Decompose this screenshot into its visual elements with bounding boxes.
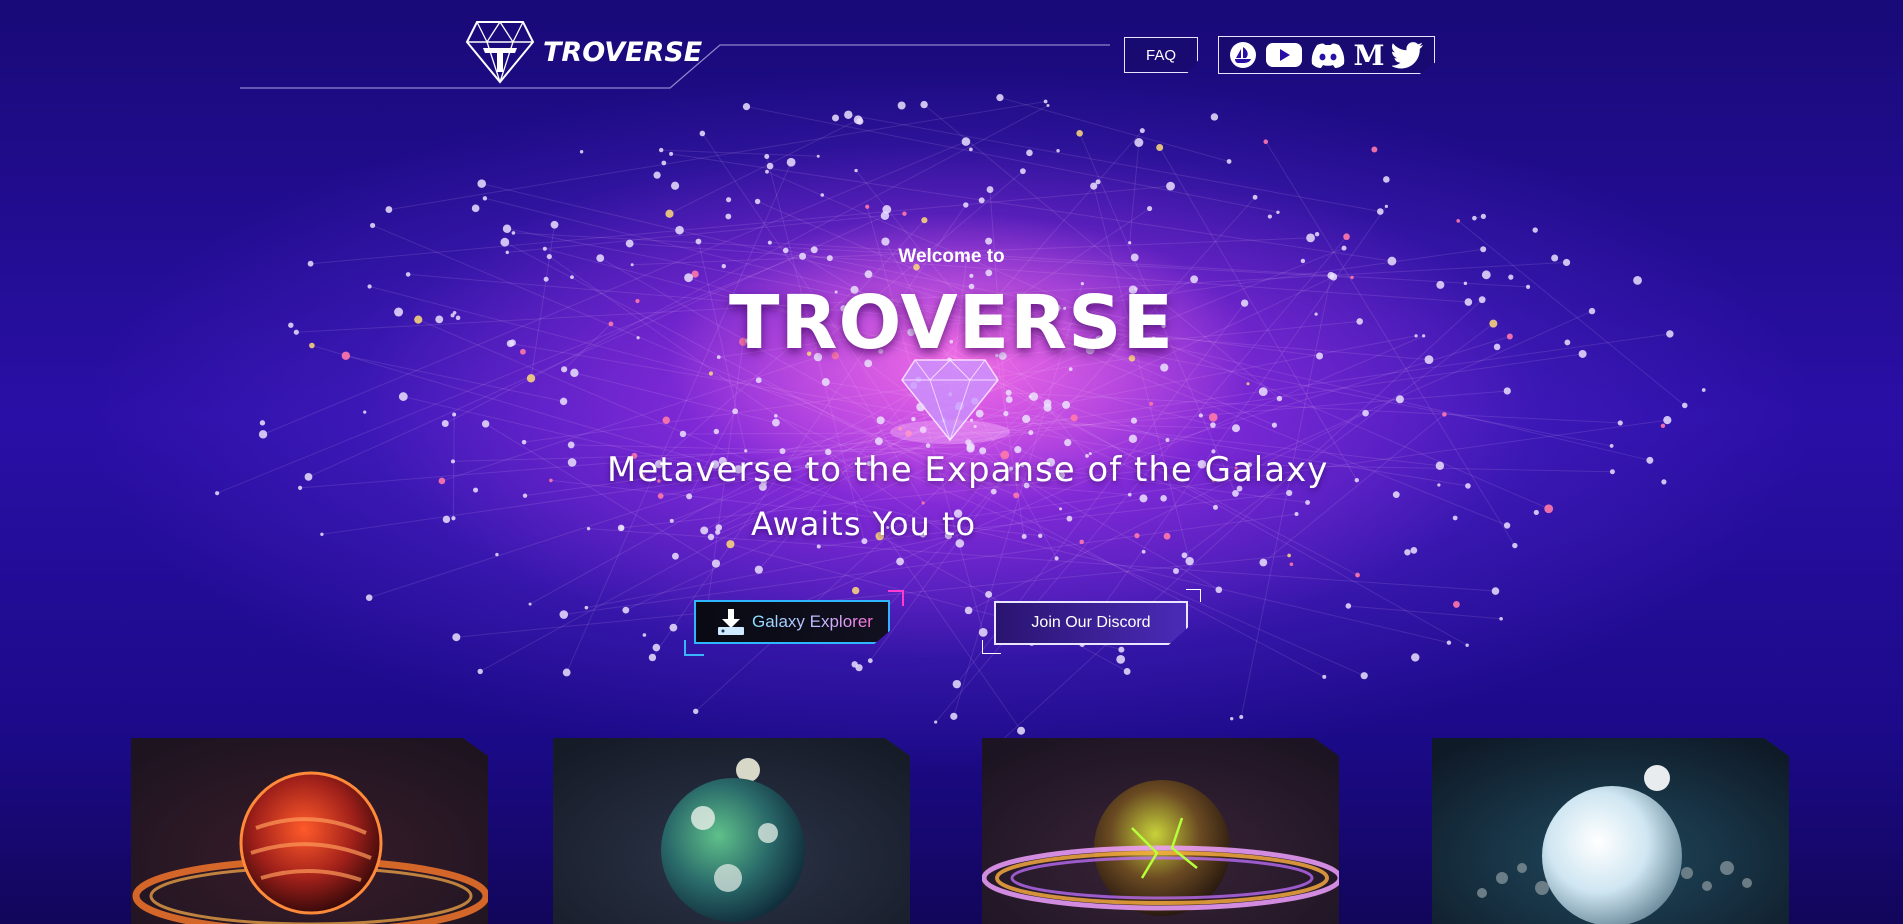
hero-tagline-line2: Awaits You to — [751, 505, 977, 543]
medium-icon[interactable]: M — [1354, 41, 1384, 69]
lava-planet-card[interactable] — [131, 738, 488, 924]
troverse-logo-icon — [465, 20, 535, 84]
toxic-planet-card[interactable] — [982, 738, 1339, 924]
opensea-icon[interactable] — [1229, 41, 1257, 69]
diamond-icon — [890, 359, 1010, 444]
explorer-corner-accent — [888, 590, 904, 606]
social-links: M — [1218, 36, 1435, 74]
hero-tagline-line1: Metaverse to the Expanse of the Galaxy — [607, 450, 1329, 490]
twitter-icon[interactable] — [1392, 41, 1424, 69]
ice-planet-card[interactable] — [1432, 738, 1789, 924]
discord-icon[interactable] — [1310, 41, 1346, 69]
join-discord-button[interactable]: Join Our Discord — [994, 601, 1188, 645]
galaxy-explorer-label: Galaxy Explorer — [752, 612, 873, 631]
ice-planet-icon — [1542, 786, 1682, 924]
discord-corner-accent — [1186, 589, 1201, 602]
galaxy-explorer-button[interactable]: Galaxy Explorer — [694, 600, 890, 644]
youtube-icon[interactable] — [1265, 41, 1303, 69]
medium-glyph: M — [1354, 41, 1384, 69]
site-logo[interactable]: TROVERSE — [465, 20, 702, 84]
logo-wordmark: TROVERSE — [543, 36, 703, 68]
header-divider — [240, 44, 1110, 89]
moon-icon — [1644, 765, 1670, 791]
page: TROVERSE FAQ M Welcome to TROVERSE Metav… — [0, 0, 1903, 924]
download-icon — [718, 609, 744, 635]
earth-planet-icon — [661, 778, 805, 922]
earth-planet-card[interactable] — [553, 738, 910, 924]
faq-button[interactable]: FAQ — [1124, 37, 1198, 73]
welcome-text: Welcome to — [898, 246, 1005, 267]
